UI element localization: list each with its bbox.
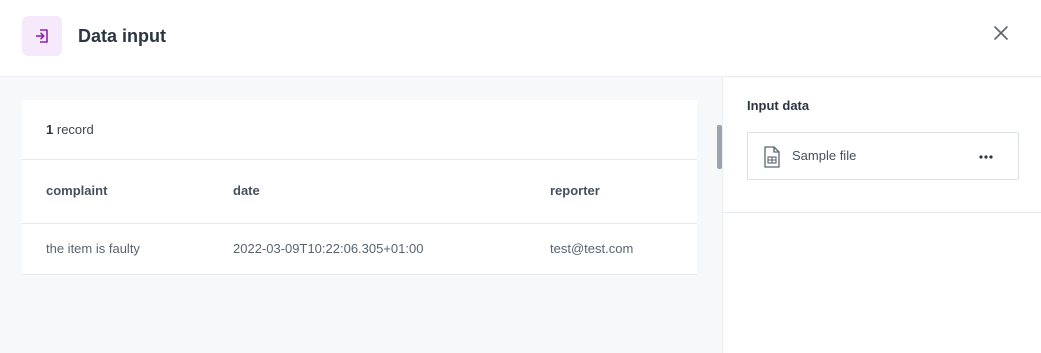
dialog-header: Data input [0, 0, 1041, 77]
input-data-title: Input data [747, 98, 810, 113]
page-title: Data input [78, 26, 166, 46]
column-header-complaint[interactable]: complaint [46, 183, 107, 198]
sample-file-item[interactable]: Sample file [747, 132, 1019, 180]
records-table-card: 1 record complaint date reporter the ite… [22, 100, 697, 275]
divider [22, 223, 697, 224]
record-count-suffix: record [56, 122, 94, 137]
spreadsheet-file-icon [763, 146, 781, 173]
table-cell-complaint: the item is faulty [46, 241, 140, 256]
table-cell-date: 2022-03-09T10:22:06.305+01:00 [233, 241, 424, 256]
divider [22, 159, 697, 160]
sign-in-icon [36, 29, 48, 43]
divider [723, 212, 1041, 213]
data-input-icon-box [22, 16, 62, 56]
records-area: 1 record complaint date reporter the ite… [0, 78, 721, 353]
file-menu-button[interactable] [976, 147, 996, 167]
record-count-number: 1 [46, 122, 54, 137]
sample-file-label: Sample file [792, 148, 857, 163]
input-data-panel: Input data Sample file [722, 78, 1041, 353]
close-icon [994, 26, 1008, 40]
column-header-date[interactable]: date [233, 183, 260, 198]
table-cell-reporter: test@test.com [550, 241, 634, 256]
more-horizontal-icon [979, 155, 993, 159]
close-button[interactable] [990, 22, 1012, 44]
record-count: 1 record [46, 122, 94, 137]
divider [22, 274, 697, 275]
column-header-reporter[interactable]: reporter [550, 183, 600, 198]
